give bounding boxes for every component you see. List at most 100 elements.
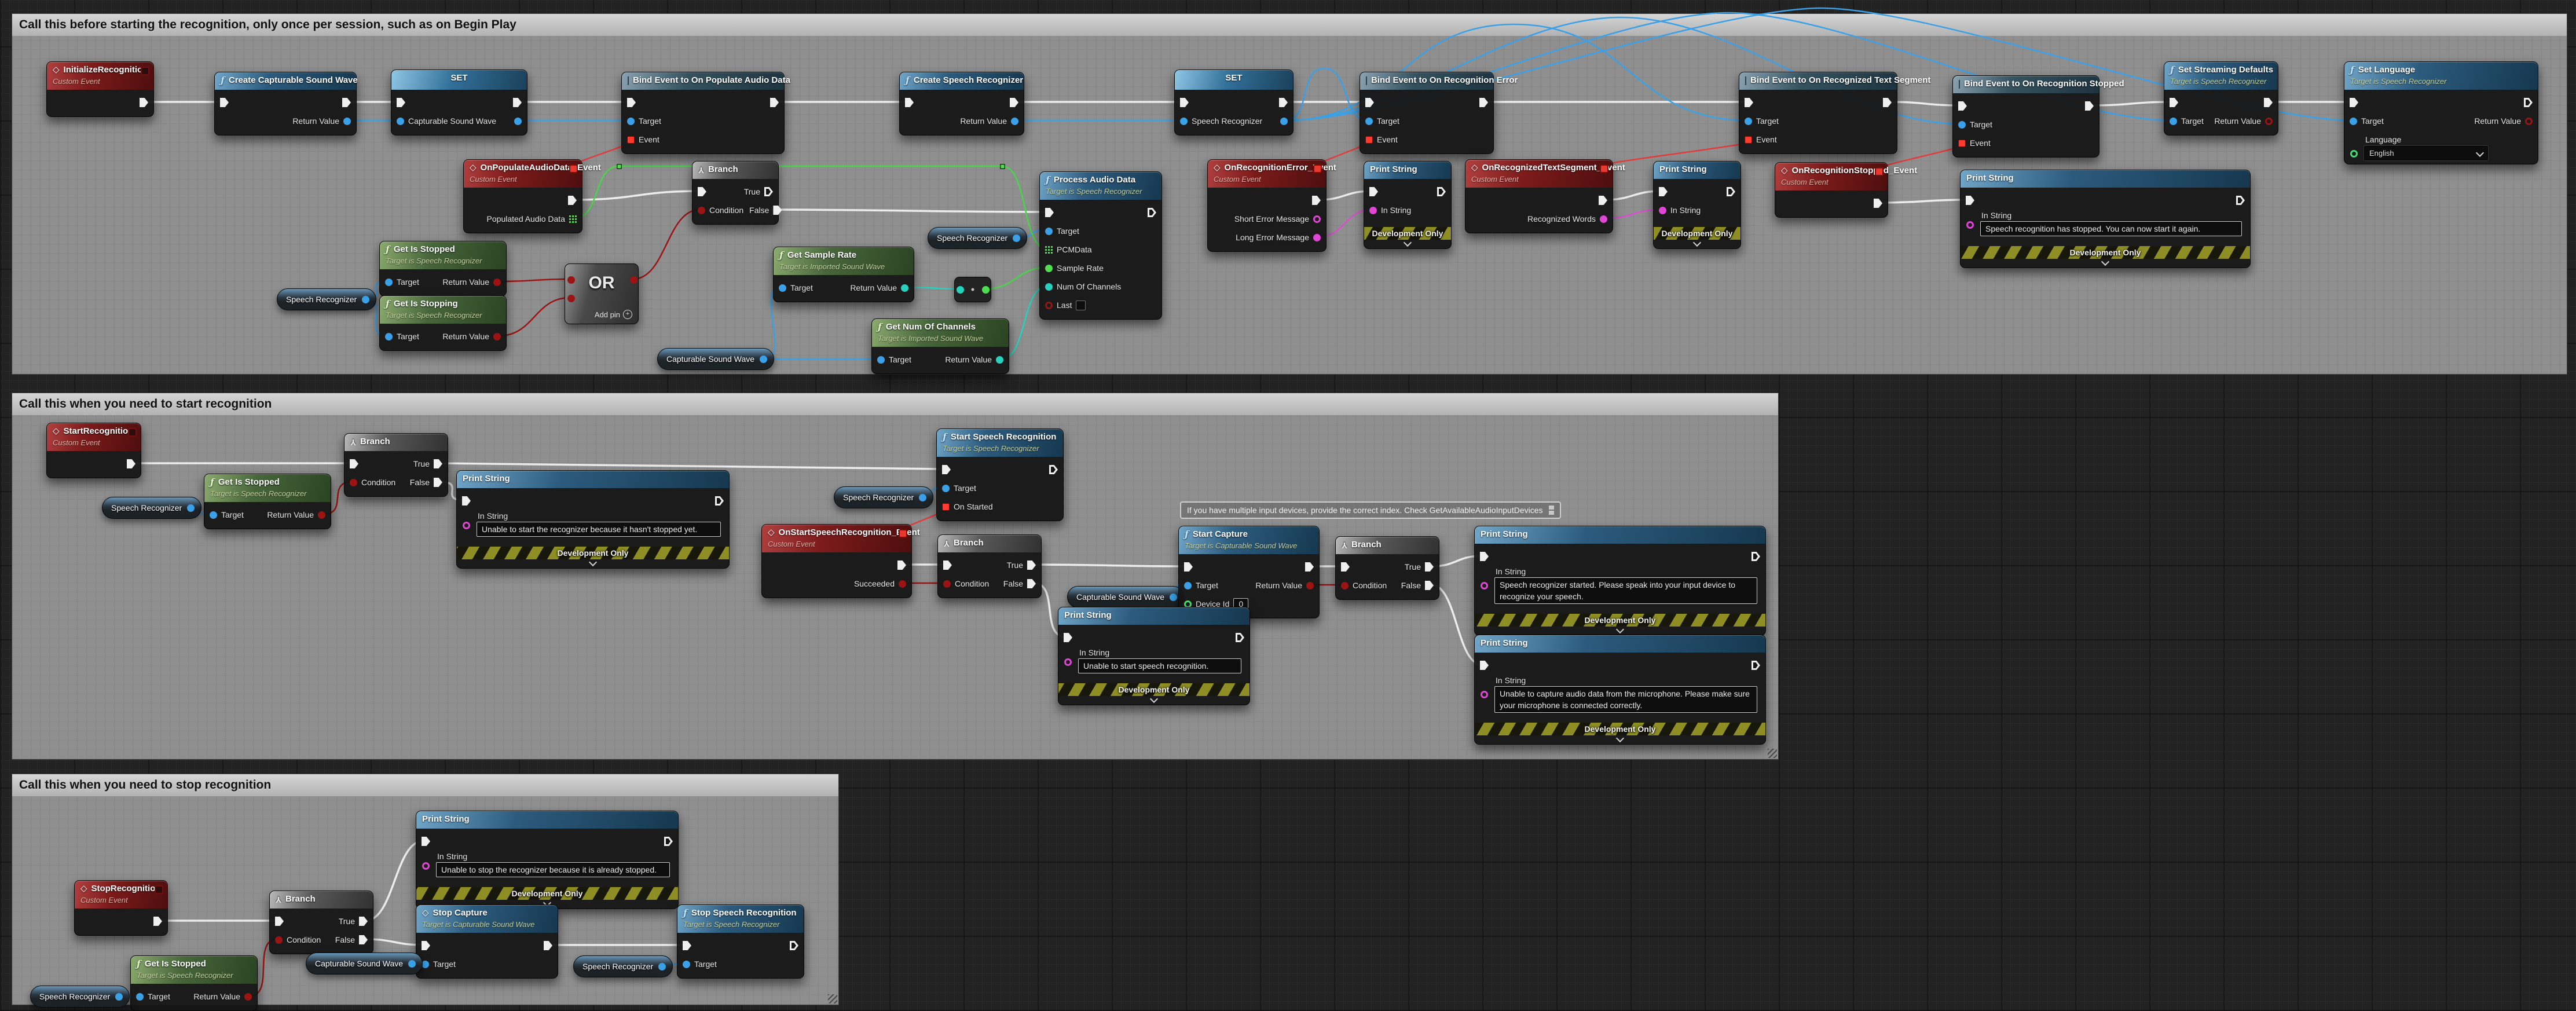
exec-pin-icon[interactable] — [1180, 98, 1189, 107]
pin-icon[interactable] — [1958, 121, 1966, 129]
exec-pin-icon[interactable] — [2350, 98, 2358, 107]
exec-pin[interactable] — [683, 941, 691, 950]
pin-icon[interactable] — [136, 993, 144, 1001]
expand-advanced-button[interactable] — [1364, 240, 1451, 248]
exec-pin[interactable] — [1045, 208, 1054, 217]
node-header[interactable]: ƒGet Num Of ChannelsTarget is Imported S… — [872, 319, 1009, 347]
exec-pin-icon[interactable] — [544, 941, 552, 950]
pin-icon[interactable] — [942, 485, 950, 492]
pin-icon[interactable] — [1064, 658, 1072, 666]
exec-pin-icon[interactable] — [683, 941, 691, 950]
exec-pin-icon[interactable] — [1064, 633, 1072, 642]
exec-pin[interactable] — [1279, 98, 1288, 107]
variable-pill-capturable-sound-wave[interactable]: Capturable Sound Wave — [1067, 586, 1184, 608]
node-start-capture[interactable]: ƒStart CaptureTarget is Capturable Sound… — [1178, 526, 1320, 618]
exec-pin[interactable] — [2170, 98, 2178, 107]
node-on-recognition-error-event[interactable]: ◇OnRecognitionError_EventCustom EventSho… — [1207, 159, 1327, 252]
exec-pin[interactable] — [1010, 98, 1018, 107]
comment-title[interactable]: Call this when you need to start recogni… — [12, 393, 1778, 415]
exec-pin-icon[interactable] — [1010, 98, 1018, 107]
pin-icon[interactable] — [385, 333, 393, 340]
exec-pin[interactable] — [544, 941, 552, 950]
node-bind-event-on-recognized-text-segment[interactable]: Bind Event to On Recognized Text Segment… — [1739, 72, 1897, 154]
pin-icon[interactable] — [244, 993, 252, 1001]
pin-icon[interactable] — [957, 286, 964, 294]
exec-pin[interactable] — [698, 187, 706, 196]
delegate-pin[interactable]: Event — [1745, 135, 1777, 144]
node-branch[interactable]: YBranchTrueConditionFalse — [937, 534, 1042, 598]
comment-resize-handle[interactable] — [1768, 749, 1777, 758]
node-header[interactable]: SET — [391, 70, 527, 90]
exec-pin-icon[interactable] — [773, 206, 782, 215]
delegate-output-pin[interactable] — [1313, 164, 1322, 173]
reroute-node[interactable] — [1000, 164, 1005, 169]
node-header[interactable]: Print String — [1475, 635, 1765, 653]
data-pin[interactable]: Num Of Channels — [1045, 282, 1121, 291]
data-pin[interactable]: Target — [1958, 120, 1992, 129]
pin-icon[interactable] — [1481, 691, 1488, 698]
pin-icon[interactable] — [514, 118, 522, 125]
exec-pin[interactable] — [1184, 562, 1193, 572]
data-pin[interactable]: Return Value — [960, 116, 1018, 126]
node-set-speech-recognizer[interactable]: SETSpeech Recognizer — [1174, 69, 1294, 135]
exec-pin[interactable] — [1883, 98, 1892, 107]
node-print-string[interactable]: Print StringIn StringUnable to start the… — [456, 470, 730, 569]
in-string-input[interactable]: Unable to start the recognizer because i… — [477, 522, 721, 537]
exec-pin[interactable]: False — [749, 206, 782, 215]
pin-icon[interactable] — [493, 279, 501, 286]
node-header[interactable]: ƒStart CaptureTarget is Capturable Sound… — [1179, 526, 1319, 554]
node-stop-recognition[interactable]: ◇StopRecognitionCustom Event — [74, 880, 168, 936]
data-pin[interactable]: Last — [1045, 301, 1086, 310]
exec-pin[interactable] — [220, 98, 229, 107]
pin-icon[interactable] — [1280, 118, 1288, 125]
node-get-num-of-channels[interactable]: ƒGet Num Of ChannelsTarget is Imported S… — [871, 318, 1009, 374]
exec-pin[interactable] — [1480, 552, 1489, 561]
delegate-pin-icon[interactable] — [942, 503, 950, 511]
data-pin[interactable]: Short Error Message — [1234, 214, 1321, 224]
pin-icon[interactable] — [779, 284, 786, 292]
exec-pin-icon[interactable] — [434, 478, 442, 487]
exec-pin-icon[interactable] — [1751, 552, 1760, 561]
pin-icon[interactable] — [187, 504, 195, 512]
node-header[interactable]: Print String — [1364, 162, 1451, 179]
pin-icon[interactable] — [1659, 207, 1666, 214]
exec-pin[interactable] — [1180, 98, 1189, 107]
exec-pin[interactable] — [1958, 101, 1967, 111]
node-on-populate-audio-data-event[interactable]: ◇OnPopulateAudioData_EventCustom EventPo… — [463, 159, 582, 233]
exec-pin[interactable] — [1479, 98, 1488, 107]
pin-icon[interactable] — [422, 862, 430, 870]
node-header[interactable]: YBranch — [270, 891, 373, 909]
node-header[interactable]: Print String — [457, 471, 729, 488]
node-bind-event-on-populate-audio-data[interactable]: Bind Event to On Populate Audio DataTarg… — [621, 72, 785, 154]
node-stop-capture[interactable]: ◇Stop CaptureTarget is Capturable Sound … — [416, 904, 558, 979]
exec-pin[interactable] — [275, 917, 284, 926]
data-pin[interactable]: In String — [1369, 206, 1411, 215]
delegate-pin[interactable]: Event — [1365, 135, 1398, 144]
pin-icon[interactable] — [1966, 221, 1974, 229]
data-pin[interactable]: Sample Rate — [1045, 263, 1104, 273]
variable-pill-speech-recognizer[interactable]: Speech Recognizer — [102, 497, 201, 519]
exec-pin-icon[interactable] — [140, 98, 148, 107]
exec-pin-icon[interactable] — [513, 98, 522, 107]
data-pin[interactable]: Return Value — [292, 116, 351, 126]
pin-icon[interactable] — [210, 511, 217, 519]
node-on-start-speech-recognition-event[interactable]: ◇OnStartSpeechRecognition_EventCustom Ev… — [761, 524, 912, 598]
delegate-pin-icon[interactable] — [1365, 136, 1373, 144]
node-print-string[interactable]: Print StringIn StringUnable to stop the … — [416, 811, 679, 909]
node-get-is-stopped[interactable]: ƒGet Is StoppedTarget is Speech Recogniz… — [379, 241, 507, 296]
node-header[interactable]: ◇OnRecognizedTextSegment_EventCustom Eve… — [1465, 160, 1613, 188]
expand-advanced-button[interactable] — [1961, 259, 2250, 268]
exec-pin[interactable] — [422, 941, 430, 950]
node-header[interactable]: YBranch — [1336, 537, 1439, 554]
node-header[interactable]: Bind Event to On Recognized Text Segment — [1739, 72, 1897, 90]
data-pin[interactable]: Target — [779, 283, 813, 292]
array-pin[interactable]: PCMData — [1045, 245, 1092, 254]
node-print-string[interactable]: Print StringIn StringDevelopment Only — [1364, 161, 1452, 249]
data-pin[interactable]: Return Value — [442, 277, 501, 287]
data-pin[interactable] — [1280, 118, 1288, 125]
exec-pin-icon[interactable] — [275, 917, 284, 926]
pin-icon[interactable] — [1313, 234, 1321, 241]
exec-pin[interactable] — [1049, 465, 1058, 474]
node-header[interactable]: ◇InitializeRecognitionCustom Event — [47, 62, 153, 90]
delegate-output-pin[interactable] — [1875, 167, 1884, 176]
